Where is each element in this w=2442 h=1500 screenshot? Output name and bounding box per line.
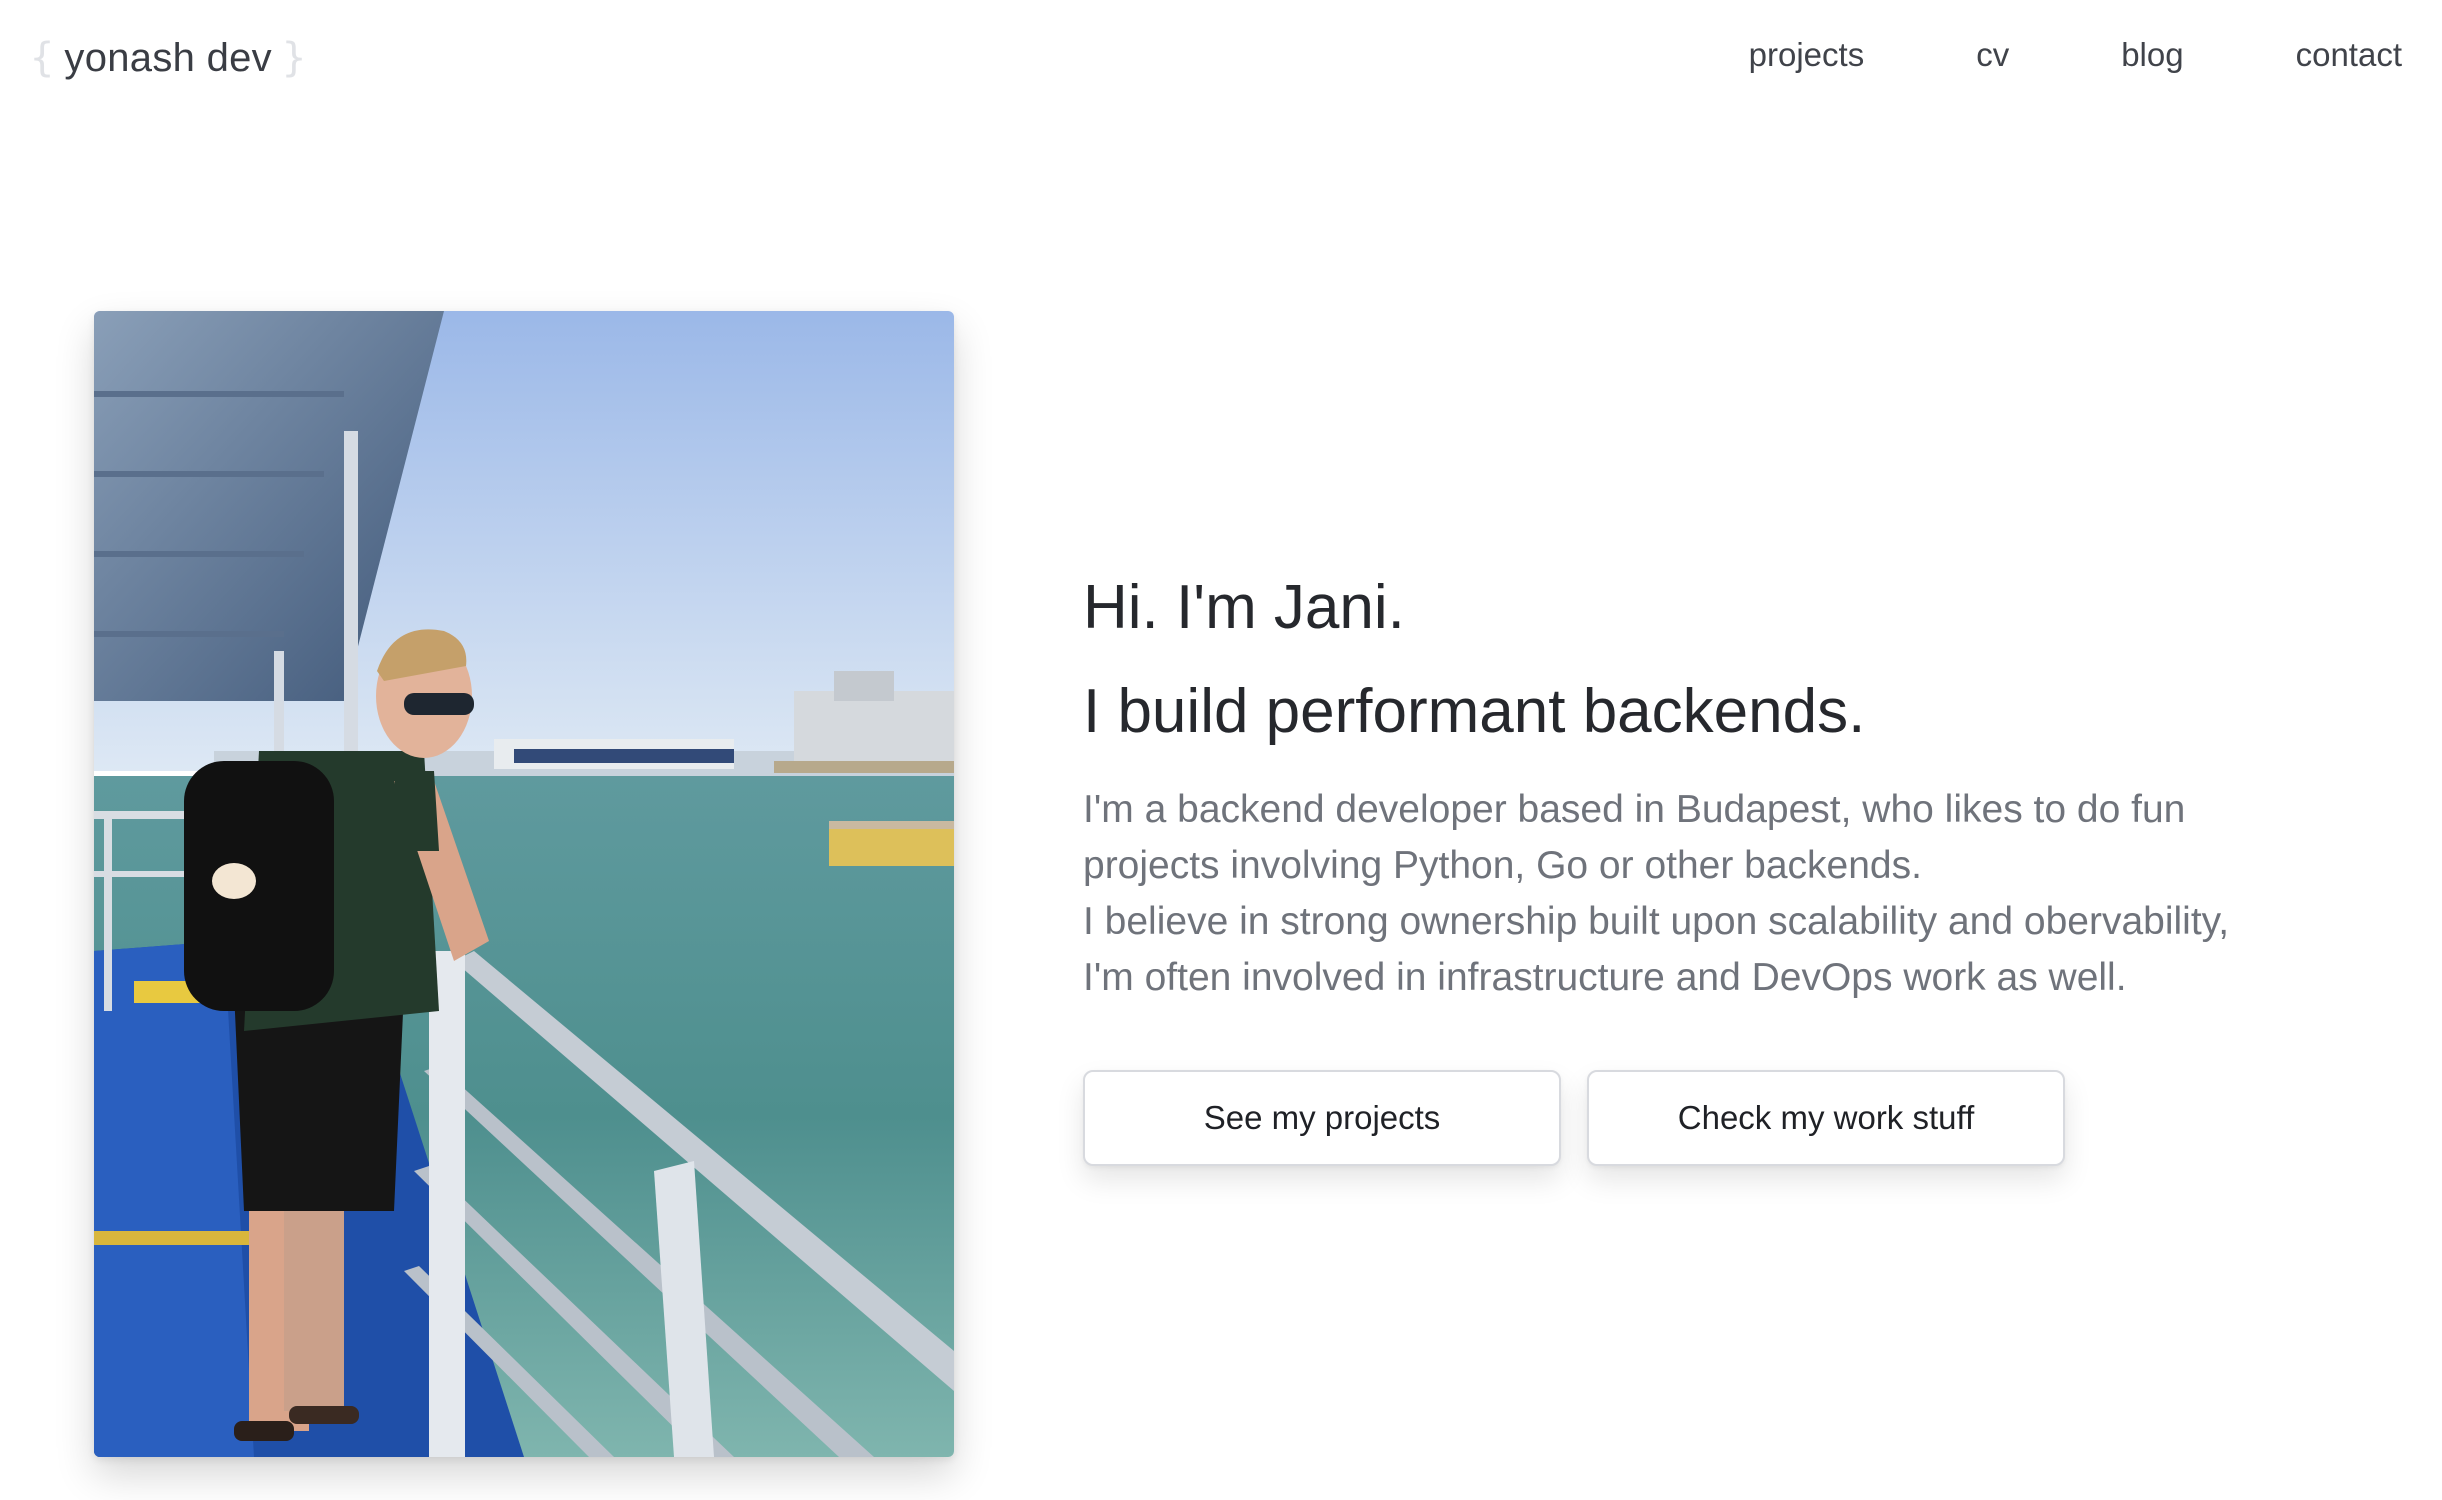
- bio-line: I'm often involved in infrastructure and…: [1083, 956, 2127, 999]
- nav-link-cv[interactable]: cv: [1976, 36, 2009, 74]
- site-logo[interactable]: { yonash dev }: [30, 30, 306, 86]
- main-nav: projects cv blog contact: [1749, 30, 2402, 80]
- nav-link-contact[interactable]: contact: [2296, 36, 2402, 74]
- bio-line: I'm a backend developer based in Budapes…: [1083, 788, 2186, 831]
- hero-greeting: Hi. I'm Jani.: [1083, 573, 1405, 642]
- nav-link-blog[interactable]: blog: [2121, 36, 2183, 74]
- hero-section: Hi. I'm Jani. I build performant backend…: [1083, 566, 2403, 1166]
- bio-line: I believe in strong ownership built upon…: [1083, 900, 2230, 943]
- brace-close-icon: }: [281, 35, 307, 81]
- hero-tagline: I build performant backends.: [1083, 677, 1866, 746]
- bio-text: I'm a backend developer based in Budapes…: [1083, 782, 2403, 1006]
- cta-buttons: See my projects Check my work stuff: [1083, 1070, 2403, 1166]
- bio-line: projects involving Python, Go or other b…: [1083, 844, 1922, 887]
- nav-link-projects[interactable]: projects: [1749, 36, 1865, 74]
- page: { yonash dev } projects cv blog contact: [0, 0, 2442, 1500]
- see-projects-button[interactable]: See my projects: [1083, 1070, 1561, 1166]
- brace-open-icon: {: [30, 35, 55, 81]
- check-work-button[interactable]: Check my work stuff: [1587, 1070, 2065, 1166]
- brand-name: yonash dev: [64, 35, 272, 80]
- profile-photo: [94, 311, 954, 1457]
